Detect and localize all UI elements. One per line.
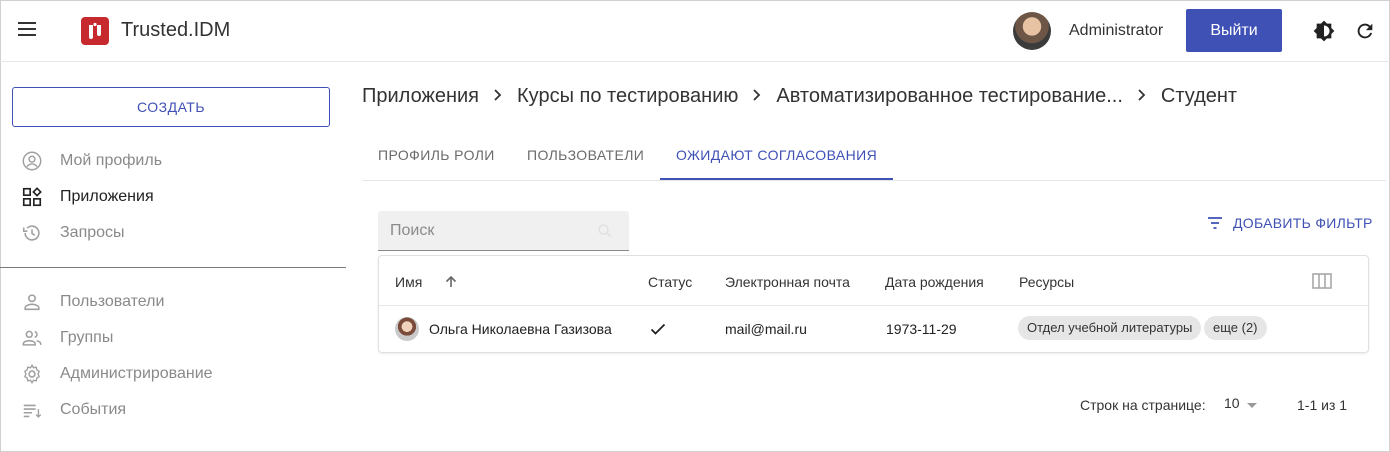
logo-icon [89,22,101,39]
chevron-right-icon [750,85,764,108]
check-icon [650,323,666,335]
sidebar-item-label: Группы [60,329,114,346]
tab-users[interactable]: ПОЛЬЗОВАТЕЛИ [511,132,660,180]
sidebar-item-profile[interactable]: Мой профиль [0,143,346,179]
breadcrumb-current: Студент [1160,85,1238,107]
cell-birth-date: 1973-11-29 [886,321,957,337]
tab-pending-approval[interactable]: ОЖИДАЮТ СОГЛАСОВАНИЯ [660,132,894,180]
app-title: Trusted.IDM [121,19,231,41]
sidebar: СОЗДАТЬ Мой профиль Приложения Запросы П… [0,63,346,451]
rows-per-page-value: 10 [1224,395,1240,411]
add-filter-label: ДОБАВИТЬ ФИЛЬТР [1233,215,1373,231]
apps-grid-icon [22,187,42,207]
sidebar-divider [0,267,346,268]
refresh-icon[interactable] [1354,20,1376,42]
logout-button[interactable]: Выйти [1186,9,1282,52]
filter-icon [1208,217,1222,229]
column-header-label: Имя [395,274,423,290]
sidebar-item-requests[interactable]: Запросы [0,215,346,251]
tab-role-profile[interactable]: ПРОФИЛЬ РОЛИ [362,132,511,180]
breadcrumb-item[interactable]: Автоматизированное тестирование... [776,85,1123,107]
user-name: Administrator [1069,22,1164,39]
column-header-birth-date[interactable]: Дата рождения [885,274,984,290]
rows-per-page-select[interactable]: 10 [1224,395,1264,417]
sidebar-item-label: Приложения [60,188,154,205]
sidebar-item-groups[interactable]: Группы [0,320,346,356]
more-resources-chip[interactable]: еще (2) [1204,316,1267,340]
breadcrumb-item[interactable]: Курсы по тестированию [517,85,738,107]
menu-icon[interactable] [18,22,38,38]
search-field [378,211,629,251]
chevron-right-icon [1135,85,1149,108]
dropdown-arrow-icon [1247,403,1257,408]
resource-chip[interactable]: Отдел учебной литературы [1018,316,1202,340]
tab-bar: ПРОФИЛЬ РОЛИ ПОЛЬЗОВАТЕЛИ ОЖИДАЮТ СОГЛАС… [362,132,1386,181]
account-circle-icon [22,151,42,171]
theme-toggle-icon[interactable] [1313,20,1335,42]
history-icon [22,225,40,241]
avatar [395,317,419,341]
sidebar-item-label: Администрирование [60,365,213,382]
search-icon[interactable] [596,222,614,240]
breadcrumb: Приложения Курсы по тестированию Автоматиз… [362,85,1237,111]
rows-per-page-label: Строк на странице: [1080,397,1206,413]
data-table: Имя Статус Электронная почта Дата рожден… [378,255,1369,353]
pagination-range: 1-1 из 1 [1297,397,1348,413]
sidebar-item-label: Мой профиль [60,152,163,169]
sidebar-item-label: Запросы [60,224,125,241]
user-avatar[interactable] [1013,12,1051,50]
column-header-status[interactable]: Статус [648,274,692,290]
sidebar-item-events[interactable]: События [0,392,346,428]
column-header-name[interactable]: Имя [395,274,457,290]
app-header: Trusted.IDM Administrator Выйти [0,0,1390,62]
sidebar-item-administration[interactable]: Администрирование [0,356,346,392]
cell-email: mail@mail.ru [725,321,807,337]
event-list-icon [23,404,42,418]
sidebar-item-label: Пользователи [60,293,165,310]
sidebar-item-users[interactable]: Пользователи [0,284,346,320]
cell-name: Ольга Николаевна Газизова [429,321,612,337]
table-row[interactable]: Ольга Николаевна Газизова mail@mail.ru 1… [379,306,1368,352]
sidebar-item-applications[interactable]: Приложения [0,179,346,215]
column-header-resources[interactable]: Ресурсы [1019,274,1074,290]
view-columns-icon[interactable] [1312,272,1332,290]
chevron-right-icon [491,85,505,108]
settings-icon [23,363,41,385]
group-icon [22,330,42,346]
sidebar-item-label: События [60,401,127,418]
search-input[interactable] [378,211,629,250]
create-button[interactable]: СОЗДАТЬ [12,87,330,127]
breadcrumb-item[interactable]: Приложения [362,85,479,107]
app-logo [81,17,109,45]
arrow-up-icon[interactable] [443,274,459,290]
person-icon [24,294,40,311]
column-header-email[interactable]: Электронная почта [725,274,850,290]
